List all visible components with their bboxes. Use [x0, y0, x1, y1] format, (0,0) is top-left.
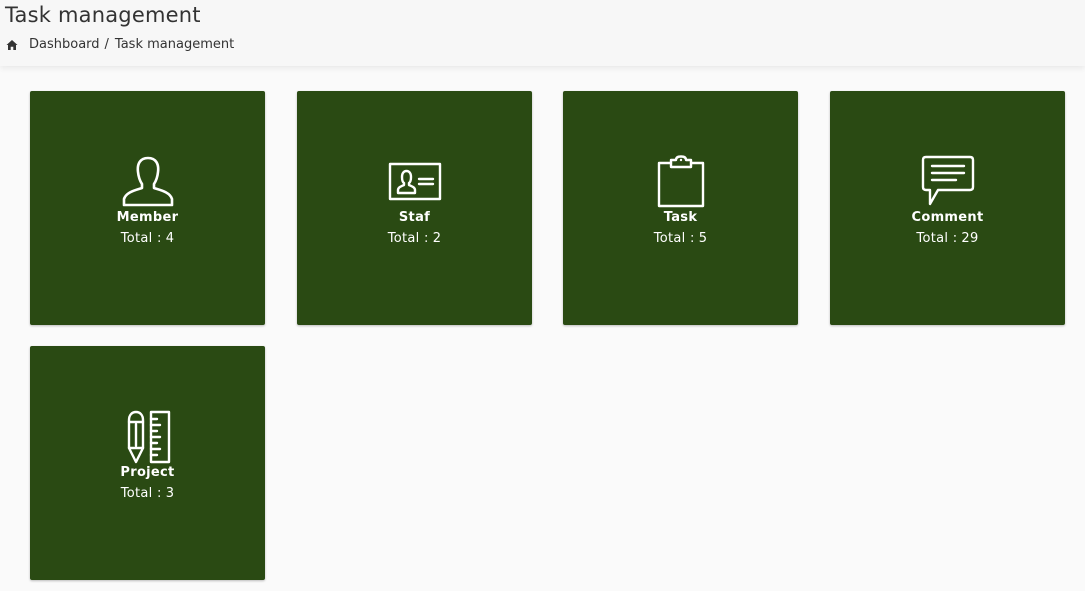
tile-comment-total: Total :29	[830, 231, 1065, 246]
tile-staf-total: Total :2	[297, 231, 532, 246]
tile-staf-total-value: 2	[432, 231, 442, 246]
clipboard-icon	[563, 153, 798, 209]
tile-member-total-label: Total :	[120, 231, 162, 246]
tile-task-total-label: Total :	[653, 231, 695, 246]
breadcrumb-dashboard-link[interactable]: Dashboard	[29, 37, 100, 52]
breadcrumb: Dashboard / Task management	[6, 37, 234, 52]
tile-member-label: Member	[116, 210, 179, 225]
tile-comment[interactable]: Comment Total :29	[830, 91, 1065, 325]
tile-staf-label: Staf	[398, 210, 431, 225]
tile-project-total: Total :3	[30, 486, 265, 501]
pencil-ruler-icon	[30, 408, 265, 464]
tile-task[interactable]: Task Total :5	[563, 91, 798, 325]
tile-project-total-label: Total :	[120, 486, 162, 501]
tile-staf-total-label: Total :	[387, 231, 429, 246]
breadcrumb-separator: /	[104, 37, 109, 52]
tile-task-label: Task	[663, 210, 698, 225]
page-header: Task management Dashboard / Task managem…	[0, 0, 1085, 66]
user-icon	[30, 153, 265, 209]
page-title: Task management	[5, 3, 201, 27]
comment-icon	[830, 153, 1065, 209]
tile-project-label: Project	[120, 465, 175, 480]
id-card-icon	[297, 153, 532, 209]
tile-comment-label: Comment	[911, 210, 984, 225]
tile-comment-total-value: 29	[961, 231, 979, 246]
tile-project[interactable]: Project Total :3	[30, 346, 265, 580]
breadcrumb-current: Task management	[114, 37, 235, 52]
tile-member[interactable]: Member Total :4	[30, 91, 265, 325]
tile-task-total-value: 5	[698, 231, 708, 246]
tile-member-total-value: 4	[165, 231, 175, 246]
tile-task-total: Total :5	[563, 231, 798, 246]
home-icon[interactable]	[6, 39, 18, 51]
tile-comment-total-label: Total :	[916, 231, 958, 246]
tile-member-total: Total :4	[30, 231, 265, 246]
tile-staf[interactable]: Staf Total :2	[297, 91, 532, 325]
tile-project-total-value: 3	[165, 486, 175, 501]
